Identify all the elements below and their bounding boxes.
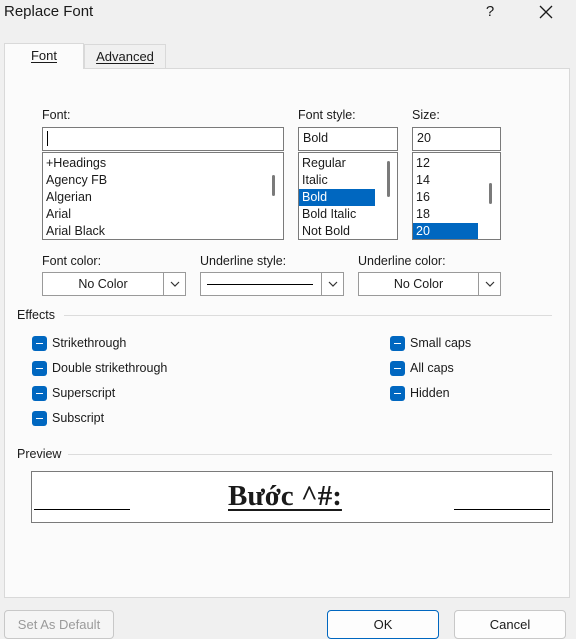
size-item-selected[interactable]: 20 [413, 223, 478, 239]
superscript-label[interactable]: Superscript [52, 386, 115, 400]
font-style-scrollbar[interactable] [379, 153, 397, 239]
font-style-item[interactable]: Regular [299, 155, 375, 172]
tab-font[interactable]: Font [4, 43, 84, 69]
underline-style-dropdown[interactable] [200, 272, 344, 296]
size-input[interactable]: 20 [412, 127, 501, 151]
all-caps-checkbox[interactable] [390, 361, 405, 376]
effects-divider [64, 315, 552, 316]
preview-baseline-right [454, 509, 550, 510]
size-item[interactable]: 18 [413, 206, 478, 223]
font-input[interactable] [42, 127, 284, 151]
size-label: Size: [412, 108, 440, 122]
font-style-input-value: Bold [303, 131, 329, 145]
font-list[interactable]: +Headings Agency FB Algerian Arial Arial… [42, 152, 284, 240]
underline-style-dropdown-button[interactable] [321, 273, 343, 295]
close-button[interactable] [532, 0, 560, 24]
tab-advanced-label: Advanced [96, 49, 154, 64]
chevron-down-icon [485, 281, 494, 287]
font-color-label: Font color: [42, 254, 102, 268]
font-style-input[interactable]: Bold [298, 127, 398, 151]
font-color-dropdown[interactable]: No Color [42, 272, 186, 296]
close-icon [539, 5, 553, 19]
superscript-checkbox[interactable] [32, 386, 47, 401]
small-caps-label[interactable]: Small caps [410, 336, 471, 350]
underline-color-dropdown[interactable]: No Color [358, 272, 501, 296]
scrollbar-thumb[interactable] [272, 175, 275, 196]
font-style-item[interactable]: Italic [299, 172, 375, 189]
preview-group-title: Preview [17, 447, 62, 461]
help-button[interactable]: ? [478, 0, 502, 24]
size-item[interactable]: 16 [413, 189, 478, 206]
scrollbar-thumb[interactable] [489, 183, 492, 204]
cancel-button[interactable]: Cancel [454, 610, 566, 639]
preview-box: Bước ^#: [31, 471, 553, 523]
font-color-value: No Color [78, 277, 128, 291]
effects-group-title: Effects [17, 308, 55, 322]
underline-style-label: Underline style: [200, 254, 287, 268]
font-list-item[interactable]: Algerian [43, 189, 265, 206]
title-bar: Replace Font ? [0, 0, 576, 26]
font-list-item[interactable]: Arial [43, 206, 265, 223]
text-caret [47, 131, 48, 147]
size-item[interactable]: 14 [413, 172, 478, 189]
hidden-checkbox[interactable] [390, 386, 405, 401]
preview-divider [68, 454, 552, 455]
font-style-item-selected[interactable]: Bold [299, 189, 375, 206]
size-input-value: 20 [417, 131, 431, 145]
scrollbar-thumb[interactable] [387, 161, 390, 197]
subscript-label[interactable]: Subscript [52, 411, 104, 425]
double-strikethrough-label[interactable]: Double strikethrough [52, 361, 167, 375]
ok-button[interactable]: OK [327, 610, 439, 639]
font-list-scrollbar[interactable] [265, 153, 283, 239]
chevron-down-icon [170, 281, 179, 287]
font-color-dropdown-button[interactable] [163, 273, 185, 295]
all-caps-label[interactable]: All caps [410, 361, 454, 375]
size-list[interactable]: 12 14 16 18 20 [412, 152, 501, 240]
underline-color-label: Underline color: [358, 254, 446, 268]
window-title: Replace Font [4, 3, 94, 20]
font-style-item[interactable]: Not Bold [299, 223, 375, 239]
font-style-label: Font style: [298, 108, 356, 122]
font-list-item[interactable]: Agency FB [43, 172, 265, 189]
font-list-item[interactable]: Arial Black [43, 223, 265, 239]
underline-color-dropdown-button[interactable] [478, 273, 500, 295]
hidden-label[interactable]: Hidden [410, 386, 450, 400]
chevron-down-icon [328, 281, 337, 287]
font-list-item[interactable]: +Headings [43, 155, 265, 172]
preview-text: Bước ^#: [228, 480, 342, 512]
double-strikethrough-checkbox[interactable] [32, 361, 47, 376]
strikethrough-checkbox[interactable] [32, 336, 47, 351]
font-style-item[interactable]: Bold Italic [299, 206, 375, 223]
preview-baseline-left [34, 509, 130, 510]
strikethrough-label[interactable]: Strikethrough [52, 336, 126, 350]
underline-color-value: No Color [393, 277, 444, 291]
tab-advanced[interactable]: Advanced [84, 44, 166, 68]
set-as-default-button[interactable]: Set As Default [4, 610, 114, 639]
size-item[interactable]: 12 [413, 155, 478, 172]
size-list-scrollbar[interactable] [482, 153, 500, 239]
font-style-list[interactable]: Regular Italic Bold Bold Italic Not Bold [298, 152, 398, 240]
font-label: Font: [42, 108, 71, 122]
underline-style-line [207, 284, 313, 285]
tab-font-label: Font [30, 48, 57, 63]
subscript-checkbox[interactable] [32, 411, 47, 426]
small-caps-checkbox[interactable] [390, 336, 405, 351]
